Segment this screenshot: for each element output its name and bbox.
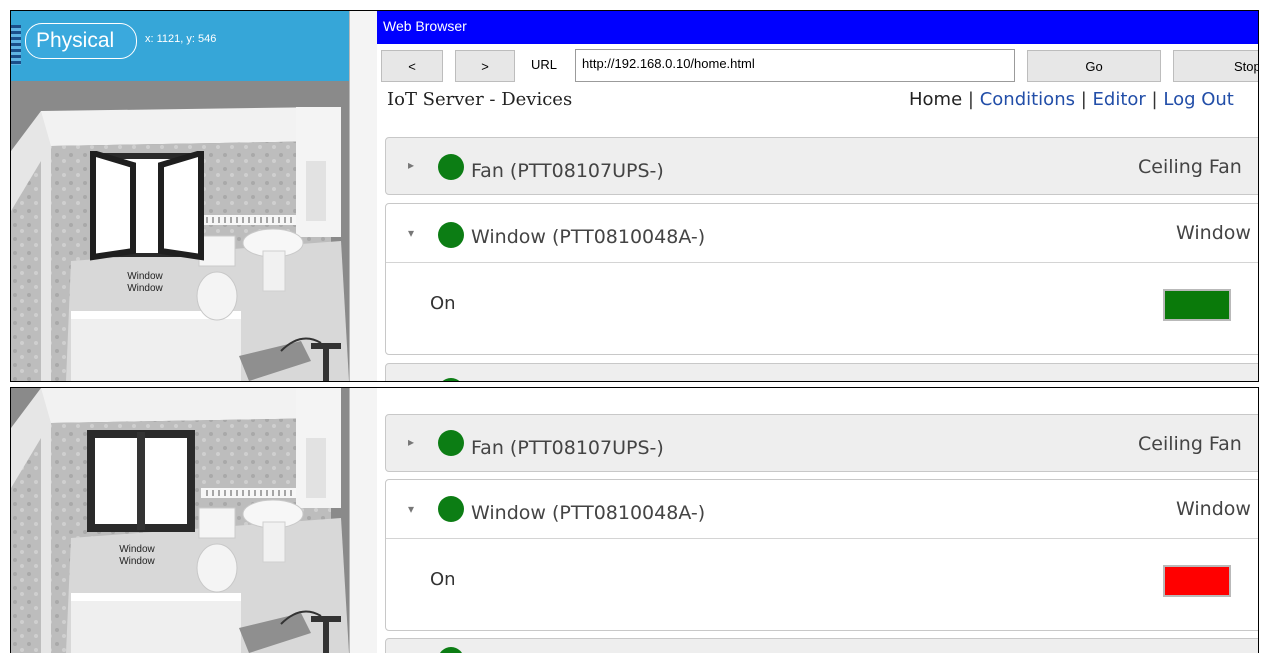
forward-button[interactable]: > bbox=[455, 50, 515, 82]
bottom-screenshot-panel: Window Window ▸ Fan (PTT08107UPS-) Ceili… bbox=[10, 387, 1259, 653]
device-details: On bbox=[386, 538, 1258, 631]
toolbar-grip-icon[interactable] bbox=[11, 25, 21, 65]
top-nav: Home | Conditions | Editor | Log Out bbox=[909, 89, 1234, 110]
window-device-label: Window Window bbox=[107, 544, 167, 568]
stop-button[interactable]: Stop bbox=[1173, 50, 1258, 82]
physical-mode-label: Physical bbox=[36, 29, 115, 52]
status-dot-icon bbox=[438, 647, 464, 653]
expand-arrow-icon[interactable]: ▸ bbox=[408, 158, 414, 172]
physical-workspace-view[interactable]: Window Window Physical x: 1121, y: 546 bbox=[11, 11, 349, 381]
physical-mode-button[interactable]: Physical bbox=[25, 23, 137, 59]
physical-toolbar: Physical x: 1121, y: 546 bbox=[11, 11, 349, 81]
url-label: URL bbox=[531, 57, 558, 72]
window-device-label: Window Window bbox=[115, 271, 175, 295]
nav-home-link[interactable]: Home bbox=[909, 89, 962, 110]
device-name: Fan (PTT08107UPS-) bbox=[471, 160, 664, 182]
collapse-arrow-icon[interactable]: ▾ bbox=[408, 502, 414, 516]
cursor-coordinates: x: 1121, y: 546 bbox=[145, 33, 217, 45]
browser-title: Web Browser bbox=[383, 18, 467, 34]
window-device-label-line1: Window bbox=[127, 271, 163, 282]
device-details: On bbox=[386, 262, 1258, 355]
device-type: Ceiling Fan bbox=[1138, 156, 1242, 178]
status-dot-icon bbox=[438, 154, 464, 180]
web-browser-window: ▸ Fan (PTT08107UPS-) Ceiling Fan ▾ Windo… bbox=[377, 388, 1258, 653]
state-label: On bbox=[430, 569, 456, 590]
pane-divider[interactable] bbox=[349, 388, 378, 653]
status-dot-icon bbox=[438, 378, 464, 381]
physical-workspace-view[interactable]: Window Window bbox=[11, 388, 349, 653]
expand-arrow-icon[interactable]: ▸ bbox=[408, 435, 414, 449]
device-type: Window bbox=[1176, 498, 1251, 520]
back-button[interactable]: < bbox=[381, 50, 443, 82]
nav-conditions-link[interactable]: Conditions bbox=[980, 89, 1075, 110]
status-dot-icon bbox=[438, 496, 464, 522]
device-row-next[interactable] bbox=[385, 363, 1258, 381]
device-row-window[interactable]: ▾ Window (PTT0810048A-) Window On bbox=[385, 203, 1258, 355]
pane-divider[interactable] bbox=[349, 11, 378, 381]
web-browser-window: Web Browser < > URL http://192.168.0.10/… bbox=[377, 11, 1258, 381]
collapse-arrow-icon[interactable]: ▾ bbox=[408, 226, 414, 240]
device-row-fan[interactable]: ▸ Fan (PTT08107UPS-) Ceiling Fan bbox=[385, 137, 1258, 195]
nav-separator: | bbox=[967, 89, 974, 110]
url-input[interactable]: http://192.168.0.10/home.html bbox=[575, 49, 1015, 82]
window-device-closed-icon[interactable] bbox=[85, 428, 197, 534]
state-label: On bbox=[430, 293, 456, 314]
device-type: Window bbox=[1176, 222, 1251, 244]
nav-logout-link[interactable]: Log Out bbox=[1163, 89, 1234, 110]
nav-separator: | bbox=[1080, 89, 1087, 110]
window-device-open-icon[interactable] bbox=[89, 151, 205, 263]
status-dot-icon bbox=[438, 430, 464, 456]
window-device-label-line2: Window bbox=[127, 283, 163, 294]
page-title: IoT Server - Devices bbox=[387, 89, 573, 110]
device-type: Ceiling Fan bbox=[1138, 433, 1242, 455]
go-button[interactable]: Go bbox=[1027, 50, 1161, 82]
top-screenshot-panel: Window Window Physical x: 1121, y: 546 W… bbox=[10, 10, 1259, 382]
window-state-indicator[interactable] bbox=[1163, 289, 1231, 321]
window-device-label-line2: Window bbox=[119, 556, 155, 567]
device-row-window[interactable]: ▾ Window (PTT0810048A-) Window On bbox=[385, 479, 1258, 631]
device-name: Fan (PTT08107UPS-) bbox=[471, 437, 664, 459]
window-state-indicator[interactable] bbox=[1163, 565, 1231, 597]
device-name: Window (PTT0810048A-) bbox=[471, 226, 706, 248]
device-row-next[interactable] bbox=[385, 638, 1258, 653]
nav-separator: | bbox=[1151, 89, 1158, 110]
browser-titlebar: Web Browser bbox=[377, 11, 1258, 44]
status-dot-icon bbox=[438, 222, 464, 248]
window-device-label-line1: Window bbox=[119, 544, 155, 555]
nav-editor-link[interactable]: Editor bbox=[1093, 89, 1146, 110]
device-row-fan[interactable]: ▸ Fan (PTT08107UPS-) Ceiling Fan bbox=[385, 414, 1258, 472]
device-name: Window (PTT0810048A-) bbox=[471, 502, 706, 524]
